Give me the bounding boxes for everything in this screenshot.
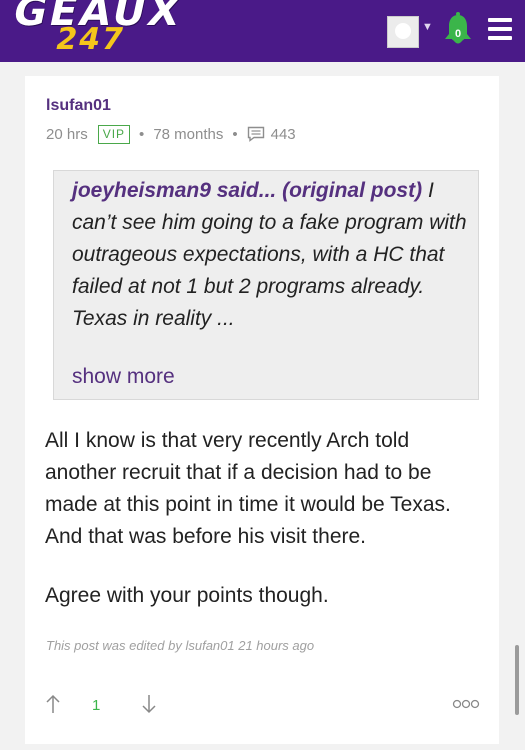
scrollbar[interactable]: [515, 645, 519, 715]
separator-dot: •: [232, 125, 238, 143]
post-meta: 20 hrs VIP • 78 months • 443: [46, 124, 296, 144]
user-avatar[interactable]: [387, 16, 419, 48]
original-post-link[interactable]: (original post): [282, 179, 422, 202]
quote-author-link[interactable]: joeyheisman9 said...: [72, 179, 276, 202]
vote-count: 1: [92, 697, 101, 714]
show-more-link[interactable]: show more: [72, 365, 175, 389]
post-paragraph: All I know is that very recently Arch to…: [45, 429, 451, 548]
more-options-icon[interactable]: [452, 698, 480, 710]
edited-note: This post was edited by lsufan01 21 hour…: [46, 638, 315, 653]
arrow-down-icon[interactable]: [141, 694, 157, 714]
arrow-up-icon[interactable]: [45, 694, 61, 714]
post-author[interactable]: lsufan01: [46, 97, 111, 115]
post-count[interactable]: 443: [271, 126, 296, 143]
vip-badge: VIP: [97, 124, 131, 144]
quote-block: joeyheisman9 said... (original post) I c…: [53, 170, 479, 400]
notification-count: 0: [450, 26, 466, 42]
notifications-button[interactable]: 0: [443, 12, 473, 48]
logo-number: 247: [52, 22, 129, 57]
separator-dot: •: [139, 125, 145, 143]
chevron-down-icon[interactable]: ▼: [422, 21, 433, 33]
message-icon: [247, 126, 264, 142]
hamburger-icon[interactable]: [488, 18, 512, 45]
quote-text-block: joeyheisman9 said... (original post) I c…: [72, 175, 467, 335]
post-time: 20 hrs: [46, 125, 88, 143]
member-tenure: 78 months: [153, 125, 224, 143]
site-logo[interactable]: GEAUX 247: [9, 0, 187, 57]
top-nav-bar: GEAUX 247 ▼ 0: [0, 0, 525, 62]
post-paragraph: Agree with your points though.: [45, 584, 329, 607]
